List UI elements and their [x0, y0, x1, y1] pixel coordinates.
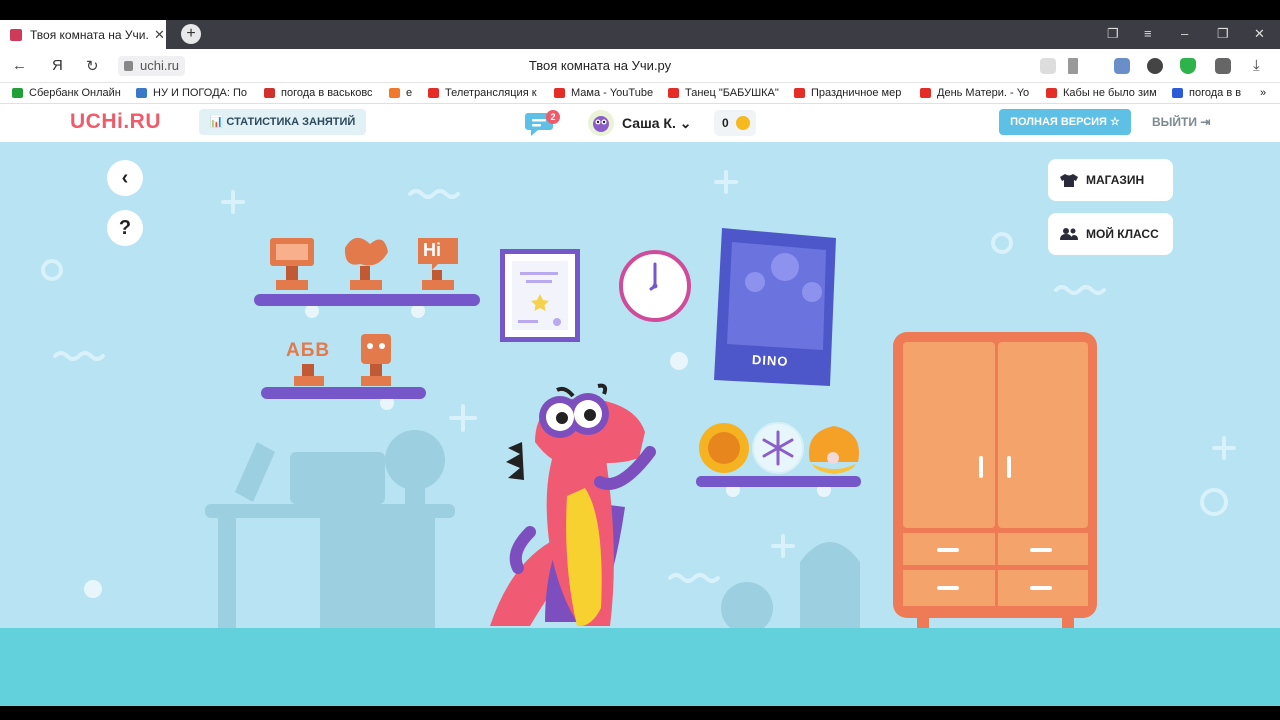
bookmark-item[interactable]: Телетрансляция к [428, 87, 537, 99]
bookmark-item[interactable]: День Матери. - Yo [920, 87, 1029, 99]
bookmark-favicon-icon [136, 88, 147, 98]
username[interactable]: Саша К. ⌄ [622, 115, 691, 132]
bookmark-favicon-icon [12, 88, 23, 98]
bookmark-item[interactable]: НУ И ПОГОДА: По [136, 87, 247, 99]
trophy-hi-label: Hi [423, 240, 441, 260]
bookmark-icon[interactable] [1068, 58, 1078, 74]
wall-clock[interactable] [619, 250, 691, 322]
chevron-down-icon: ⌄ [679, 115, 692, 131]
youtube-icon [428, 88, 439, 98]
trophy-abv-label: АБВ [286, 340, 331, 361]
bookmark-item[interactable]: Танец "БАБУШКА" [668, 87, 779, 99]
browser-address-bar: ← Я ↻ uchi.ru Твоя комната на Учи.ру ⤓ [0, 49, 1280, 83]
youtube-icon [1046, 88, 1057, 98]
extension-bulb-icon[interactable] [1147, 58, 1163, 74]
download-icon[interactable]: ⤓ [1253, 57, 1260, 74]
bookmark-favicon-icon [389, 88, 400, 98]
bookmark-item[interactable]: погода в в [1172, 87, 1241, 99]
help-button[interactable]: ? [107, 210, 143, 246]
screen: Твоя комната на Учи.ру ✕ + ❐ ≡ – ❐ ✕ ← Я… [0, 0, 1280, 720]
browser-tab-bar: Твоя комната на Учи.ру ✕ + ❐ ≡ – ❐ ✕ [0, 20, 1280, 49]
bookmark-item[interactable]: е [389, 87, 412, 99]
bookmark-favicon-icon [264, 88, 275, 98]
shop-button[interactable]: МАГАЗИН [1048, 159, 1173, 201]
shop-label: МАГАЗИН [1086, 173, 1145, 187]
collectibles-shelf [696, 422, 861, 487]
bookmark-item[interactable]: Сбербанк Онлайн [12, 87, 121, 99]
site-favicon-icon [10, 28, 22, 41]
tabs-list-icon[interactable]: ❐ [1107, 26, 1119, 42]
menu-icon[interactable]: ≡ [1144, 26, 1152, 41]
coin-icon [736, 116, 750, 130]
dino-character[interactable] [490, 383, 656, 627]
restore-icon[interactable]: ❐ [1217, 26, 1229, 42]
room-floor [0, 628, 1280, 706]
trophy-bird-icon [344, 237, 388, 266]
youtube-icon [554, 88, 565, 98]
extension-puzzle-icon[interactable] [1215, 58, 1231, 74]
browser-tab[interactable]: Твоя комната на Учи.ру ✕ [0, 20, 166, 49]
bookmark-item[interactable]: Мама - YouTube [554, 87, 653, 99]
bookmark-item[interactable]: Кабы не было зим [1046, 87, 1157, 99]
page-title: Твоя комната на Учи.ру [528, 58, 672, 73]
chat-badge: 2 [546, 110, 560, 124]
wardrobe[interactable] [893, 332, 1097, 628]
people-icon [1060, 228, 1078, 240]
close-window-icon[interactable]: ✕ [1254, 26, 1265, 42]
new-tab-button[interactable]: + [181, 24, 201, 44]
logout-button[interactable]: ВЫЙТИ ⇥ [1152, 115, 1210, 129]
chevron-left-icon: ‹ [121, 167, 129, 189]
coin-balance: 0 [714, 110, 756, 136]
more-bookmarks-icon[interactable]: » [1260, 87, 1266, 99]
search-icon [1172, 88, 1183, 98]
minimize-icon[interactable]: – [1181, 26, 1188, 41]
youtube-icon [794, 88, 805, 98]
tab-close-icon[interactable]: ✕ [154, 27, 165, 43]
question-icon: ? [118, 217, 132, 239]
certificate-frame[interactable] [500, 249, 580, 342]
translate-icon[interactable] [1040, 58, 1056, 74]
extension-calendar-icon[interactable] [1114, 58, 1130, 74]
tab-title: Твоя комната на Учи.ру [30, 27, 148, 42]
trophy-shelf-top [254, 237, 480, 306]
bookmark-item[interactable]: Праздничное мер [794, 87, 901, 99]
poster-title: DINO [751, 352, 789, 369]
back-button[interactable]: ‹ [107, 160, 143, 196]
statistics-button[interactable]: 📊 СТАТИСТИКА ЗАНЯТИЙ [199, 109, 366, 135]
my-class-label: МОЙ КЛАСС [1086, 227, 1159, 241]
youtube-icon [920, 88, 931, 98]
bookmarks-bar: Сбербанк Онлайн НУ И ПОГОДА: По погода в… [0, 83, 1280, 104]
my-class-button[interactable]: МОЙ КЛАСС [1048, 213, 1173, 255]
full-version-button[interactable]: ПОЛНАЯ ВЕРСИЯ ☆ [999, 109, 1131, 135]
site-header: UCHi.RU 📊 СТАТИСТИКА ЗАНЯТИЙ 2 Саша К. ⌄… [0, 104, 1280, 142]
tshirt-icon [1060, 174, 1078, 187]
trophy-dino-icon [361, 334, 391, 364]
adblock-shield-icon[interactable] [1180, 58, 1196, 74]
avatar[interactable] [588, 110, 614, 136]
bookmark-item[interactable]: погода в васьковс [264, 87, 373, 99]
youtube-icon [668, 88, 679, 98]
uchi-logo[interactable]: UCHi.RU [70, 110, 161, 134]
